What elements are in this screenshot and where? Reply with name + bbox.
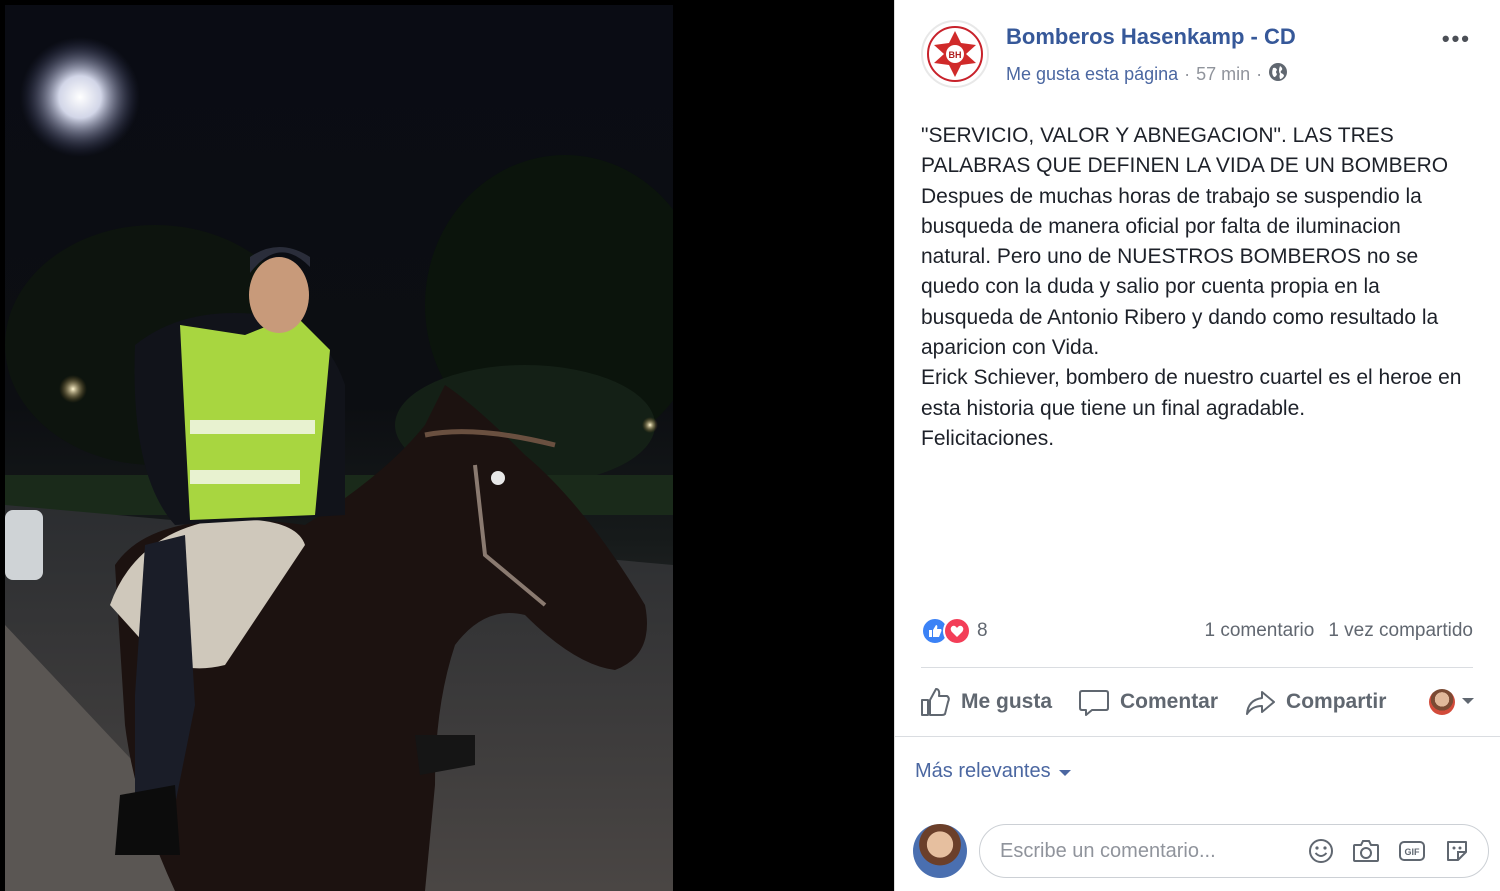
caret-down-icon: [1461, 693, 1475, 711]
comment-button[interactable]: Comentar: [1078, 686, 1218, 718]
speech-bubble-icon: [1078, 686, 1110, 718]
post-text-paragraph: Felicitaciones.: [921, 426, 1055, 450]
share-button-label: Compartir: [1286, 690, 1387, 713]
sticker-icon[interactable]: [1444, 838, 1470, 864]
comment-button-label: Comentar: [1120, 690, 1219, 713]
photo-scene: [5, 37, 673, 891]
post-text-paragraph: "SERVICIO, VALOR Y ABNEGACION". LAS TRES…: [921, 124, 1449, 178]
post-text-paragraph: Erick Schiever, bombero de nuestro cuart…: [921, 366, 1462, 420]
post-photo[interactable]: [5, 5, 673, 891]
post-text: "SERVICIO, VALOR Y ABNEGACION". LAS TRES…: [921, 121, 1471, 454]
meta-separator: ·: [1256, 64, 1263, 84]
reaction-count: 8: [977, 620, 988, 641]
post-stats: 8 1 comentario 1 vez compartido: [921, 613, 1473, 649]
svg-text:GIF: GIF: [1405, 847, 1421, 857]
like-page-link[interactable]: Me gusta esta página: [1006, 64, 1178, 85]
camera-icon[interactable]: [1352, 838, 1380, 864]
comment-input[interactable]: [1000, 839, 1280, 863]
share-button[interactable]: Compartir: [1244, 686, 1386, 718]
share-arrow-icon: [1244, 686, 1276, 718]
post-actions: Me gusta Comentar Compartir: [919, 680, 1475, 724]
svg-text:BH: BH: [949, 50, 962, 60]
smiley-icon[interactable]: [1308, 838, 1334, 864]
gif-icon[interactable]: GIF: [1398, 838, 1426, 864]
love-reaction-icon: [943, 617, 971, 645]
current-user-avatar[interactable]: [913, 824, 967, 878]
comment-sort-label: Más relevantes: [915, 760, 1051, 782]
post-as-selector[interactable]: [1429, 689, 1475, 715]
post-timestamp[interactable]: 57 min: [1196, 64, 1250, 85]
comment-composer: GIF: [913, 822, 1491, 880]
post-side-panel: BH Bomberos Hasenkamp - CD Me gusta esta…: [894, 0, 1500, 891]
thumbs-up-icon: [919, 686, 951, 718]
page-name-link[interactable]: Bomberos Hasenkamp - CD: [1006, 24, 1296, 50]
meta-separator: ·: [1184, 64, 1191, 84]
post-text-paragraph: Despues de muchas horas de trabajo se su…: [921, 184, 1439, 360]
comment-sort-dropdown[interactable]: Más relevantes: [915, 760, 1071, 783]
like-button-label: Me gusta: [961, 690, 1053, 713]
post-header: BH Bomberos Hasenkamp - CD Me gusta esta…: [921, 20, 1481, 90]
stats-divider: [921, 667, 1473, 668]
like-button[interactable]: Me gusta: [919, 686, 1052, 718]
user-mini-avatar: [1429, 689, 1455, 715]
globe-icon: [1268, 62, 1288, 87]
comment-box-tools: GIF: [1308, 838, 1470, 864]
more-options-button[interactable]: •••: [1442, 26, 1471, 52]
reactions-summary[interactable]: 8: [921, 617, 988, 645]
firefighter-badge-icon: BH: [927, 26, 983, 82]
engagement-counts: 1 comentario 1 vez compartido: [1204, 620, 1473, 642]
comment-count-link[interactable]: 1 comentario: [1204, 620, 1314, 642]
post-meta: Me gusta esta página · 57 min ·: [1006, 62, 1288, 87]
actions-divider: [895, 736, 1500, 737]
photo-viewer: [0, 0, 894, 891]
caret-down-icon: [1058, 760, 1071, 783]
comment-box[interactable]: GIF: [979, 824, 1489, 878]
page-avatar[interactable]: BH: [921, 20, 989, 88]
share-count-link[interactable]: 1 vez compartido: [1328, 620, 1473, 642]
